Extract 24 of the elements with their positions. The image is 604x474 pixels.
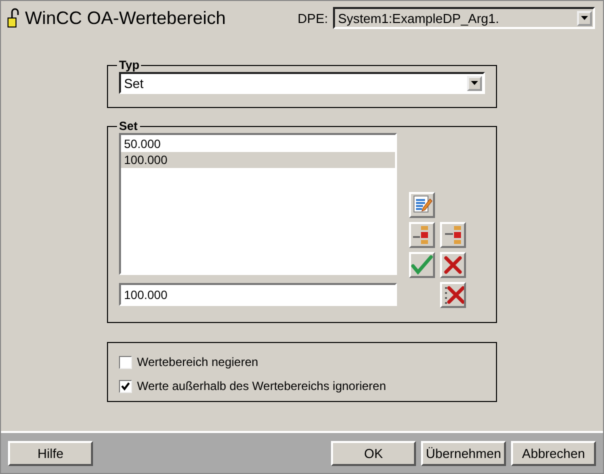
window-title: WinCC OA-Wertebereich — [25, 8, 227, 28]
dpe-label: DPE: — [298, 10, 328, 26]
dialog-button[interactable]: Hilfe — [8, 440, 93, 466]
edit-button[interactable] — [409, 192, 435, 218]
value-input[interactable]: 100.000 — [119, 283, 397, 306]
group-title: Set — [118, 119, 139, 133]
insert-after-button[interactable] — [440, 222, 466, 248]
insert-before-button[interactable] — [409, 222, 435, 248]
list-item[interactable]: 50.000 — [121, 136, 395, 152]
delete-button[interactable] — [440, 252, 466, 278]
dialog-button[interactable]: OK — [331, 440, 416, 466]
dialog-button[interactable]: Abbrechen — [511, 440, 596, 466]
checkbox-label: Wertebereich negieren — [137, 355, 258, 369]
group-title: Typ — [118, 58, 140, 72]
accept-button[interactable] — [409, 252, 435, 278]
type-dropdown[interactable]: Set — [119, 72, 485, 94]
checkbox[interactable] — [119, 356, 132, 368]
list-item[interactable]: 100.000 — [121, 152, 395, 168]
dpe-dropdown[interactable]: System1:ExampleDP_Arg1. — [333, 7, 595, 29]
delete-all-button[interactable] — [440, 282, 466, 308]
checkbox-label: Werte außerhalb des Wertebereichs ignorieren — [137, 379, 386, 393]
checkbox[interactable] — [119, 380, 132, 392]
dialog-button[interactable]: Übernehmen — [421, 440, 506, 466]
lock-icon — [7, 8, 19, 28]
